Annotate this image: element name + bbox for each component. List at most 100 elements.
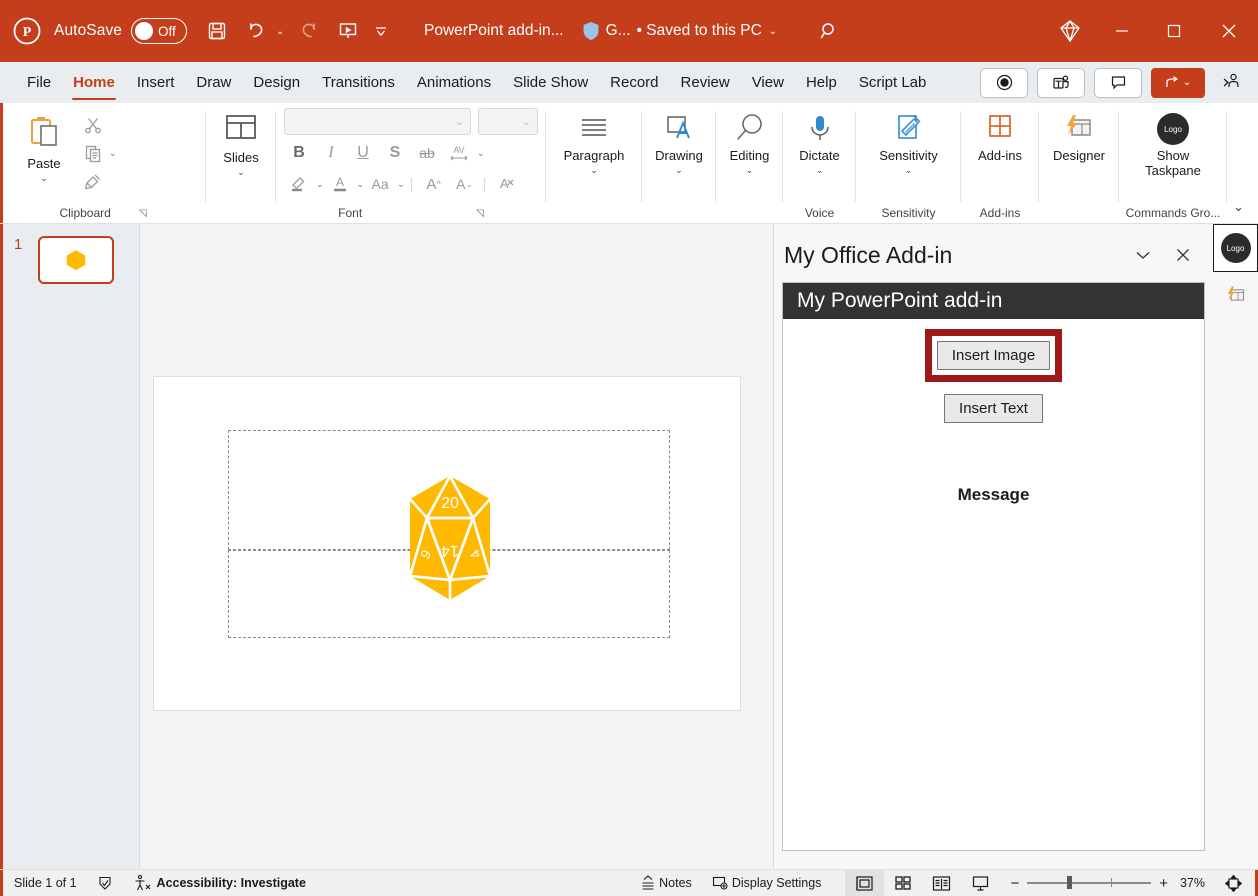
- slide-surface[interactable]: 20 14 6 4: [153, 376, 741, 711]
- change-case-button[interactable]: Aa: [365, 170, 395, 198]
- ribbon-tab-file[interactable]: File: [16, 62, 62, 103]
- font-dialog-launcher-icon[interactable]: ◹: [476, 208, 484, 219]
- zoom-track[interactable]: [1027, 882, 1151, 884]
- quick-access-more-icon[interactable]: [368, 11, 394, 51]
- clipboard-dialog-launcher-icon[interactable]: ◹: [139, 208, 147, 219]
- slide-sorter-button[interactable]: [884, 870, 922, 896]
- collapse-ribbon-chevron-icon[interactable]: ⌄: [1233, 199, 1244, 215]
- font-size-input[interactable]: ⌄: [478, 108, 538, 135]
- ribbon-tab-home[interactable]: Home: [62, 62, 126, 103]
- paste-chevron-icon[interactable]: ⌄: [40, 173, 48, 184]
- slideshow-button[interactable]: [961, 870, 1000, 896]
- add-ins-button[interactable]: Add-ins: [970, 109, 1030, 164]
- saved-state-chevron-icon[interactable]: ⌄: [765, 26, 781, 37]
- paragraph-button[interactable]: Paragraph ⌄: [556, 109, 633, 176]
- ribbon-tab-draw[interactable]: Draw: [185, 62, 242, 103]
- copilot-diamond-icon[interactable]: [1044, 0, 1096, 62]
- format-painter-icon[interactable]: [78, 167, 108, 195]
- drawing-chevron-icon[interactable]: ⌄: [675, 165, 683, 176]
- italic-button[interactable]: I: [316, 139, 346, 167]
- zoom-out-button[interactable]: −: [1010, 875, 1019, 892]
- copy-icon[interactable]: [78, 139, 108, 167]
- ribbon-tab-view[interactable]: View: [741, 62, 795, 103]
- fit-slide-button[interactable]: [1215, 870, 1258, 896]
- document-title[interactable]: PowerPoint add-in...: [424, 22, 564, 40]
- font-color-button[interactable]: A: [325, 170, 355, 198]
- show-taskpane-button[interactable]: Logo Show Taskpane: [1137, 109, 1209, 178]
- dictate-button[interactable]: Dictate ⌄: [791, 109, 847, 176]
- slides-button[interactable]: Slides ⌄: [214, 109, 268, 178]
- character-spacing-chevron-icon[interactable]: ⌄: [477, 148, 485, 159]
- strikethrough-button[interactable]: ab: [412, 139, 442, 167]
- undo-icon[interactable]: [237, 11, 277, 51]
- text-shadow-button[interactable]: S: [380, 139, 410, 167]
- zoom-value-label[interactable]: 37%: [1178, 870, 1215, 896]
- designer-button[interactable]: Designer: [1045, 109, 1113, 164]
- slide-thumbnail-1[interactable]: [38, 236, 114, 284]
- notes-button[interactable]: Notes: [630, 870, 702, 896]
- autosave-toggle[interactable]: Off: [131, 18, 187, 44]
- display-settings-button[interactable]: Display Settings: [702, 870, 832, 896]
- slides-chevron-icon[interactable]: ⌄: [237, 167, 245, 178]
- ribbon-tab-help[interactable]: Help: [795, 62, 848, 103]
- start-presentation-icon[interactable]: [328, 11, 368, 51]
- editing-chevron-icon[interactable]: ⌄: [746, 165, 754, 176]
- editing-button[interactable]: Editing ⌄: [722, 109, 778, 176]
- sensitivity-button[interactable]: Sensitivity ⌄: [871, 109, 946, 176]
- dictate-chevron-icon[interactable]: ⌄: [816, 165, 824, 176]
- save-icon[interactable]: [197, 11, 237, 51]
- font-name-input[interactable]: ⌄: [284, 108, 471, 135]
- minimize-icon[interactable]: [1096, 0, 1148, 62]
- saved-state-label[interactable]: • Saved to this PC: [637, 22, 762, 40]
- text-highlight-button[interactable]: [284, 170, 314, 198]
- decrease-font-size-button[interactable]: A⌄: [450, 170, 480, 198]
- close-icon[interactable]: [1200, 0, 1258, 62]
- teams-button[interactable]: [1037, 68, 1085, 98]
- addin-logo-rail-button[interactable]: Logo: [1213, 224, 1258, 272]
- paragraph-chevron-icon[interactable]: ⌄: [590, 165, 598, 176]
- underline-button[interactable]: U: [348, 139, 378, 167]
- zoom-thumb[interactable]: [1067, 876, 1072, 889]
- font-color-chevron-icon[interactable]: ⌄: [357, 179, 365, 190]
- accessibility-button[interactable]: Accessibility: Investigate: [124, 870, 316, 896]
- slide-editing-canvas[interactable]: 20 14 6 4: [140, 224, 773, 869]
- maximize-icon[interactable]: [1148, 0, 1200, 62]
- font-name-chevron-icon[interactable]: ⌄: [455, 115, 464, 128]
- bold-button[interactable]: B: [284, 139, 314, 167]
- drawing-button[interactable]: Drawing ⌄: [647, 109, 711, 176]
- designer-rail-button[interactable]: [1213, 272, 1258, 320]
- taskpane-close-icon[interactable]: [1163, 235, 1203, 275]
- comments-button[interactable]: [1094, 68, 1142, 98]
- ribbon-tab-record[interactable]: Record: [599, 62, 669, 103]
- zoom-slider[interactable]: − +: [1000, 870, 1178, 896]
- d20-dice-image[interactable]: 20 14 6 4: [350, 474, 550, 634]
- record-button[interactable]: [980, 68, 1028, 98]
- character-spacing-button[interactable]: AV: [444, 139, 474, 167]
- font-size-chevron-icon[interactable]: ⌄: [522, 115, 531, 128]
- clear-formatting-button[interactable]: A: [489, 170, 519, 198]
- undo-dropdown-chevron-icon[interactable]: ⌄: [272, 26, 288, 37]
- normal-view-button[interactable]: [845, 870, 884, 896]
- spell-check-button[interactable]: [87, 870, 124, 896]
- increase-font-size-button[interactable]: A^: [419, 170, 449, 198]
- change-case-chevron-icon[interactable]: ⌄: [397, 179, 405, 190]
- text-highlight-chevron-icon[interactable]: ⌄: [316, 179, 324, 190]
- paste-button[interactable]: Paste ⌄: [16, 109, 72, 184]
- reading-view-button[interactable]: [922, 870, 961, 896]
- search-icon[interactable]: [809, 11, 849, 51]
- ribbon-tab-insert[interactable]: Insert: [126, 62, 186, 103]
- zoom-in-button[interactable]: +: [1159, 875, 1168, 892]
- ribbon-tab-slide-show[interactable]: Slide Show: [502, 62, 599, 103]
- ribbon-tab-transitions[interactable]: Transitions: [311, 62, 406, 103]
- ribbon-tab-review[interactable]: Review: [670, 62, 741, 103]
- ribbon-tab-animations[interactable]: Animations: [406, 62, 502, 103]
- insert-image-button[interactable]: Insert Image: [937, 341, 1050, 370]
- ribbon-tab-design[interactable]: Design: [242, 62, 311, 103]
- copy-chevron-icon[interactable]: ⌄: [109, 148, 117, 159]
- slide-count-label[interactable]: Slide 1 of 1: [0, 870, 87, 896]
- thumbnail-list-item[interactable]: 1: [0, 224, 139, 284]
- cut-scissors-icon[interactable]: [78, 111, 108, 139]
- share-button[interactable]: ⌄: [1151, 68, 1205, 98]
- sensitivity-indicator[interactable]: G...: [582, 21, 631, 41]
- sensitivity-chevron-icon[interactable]: ⌄: [905, 165, 913, 176]
